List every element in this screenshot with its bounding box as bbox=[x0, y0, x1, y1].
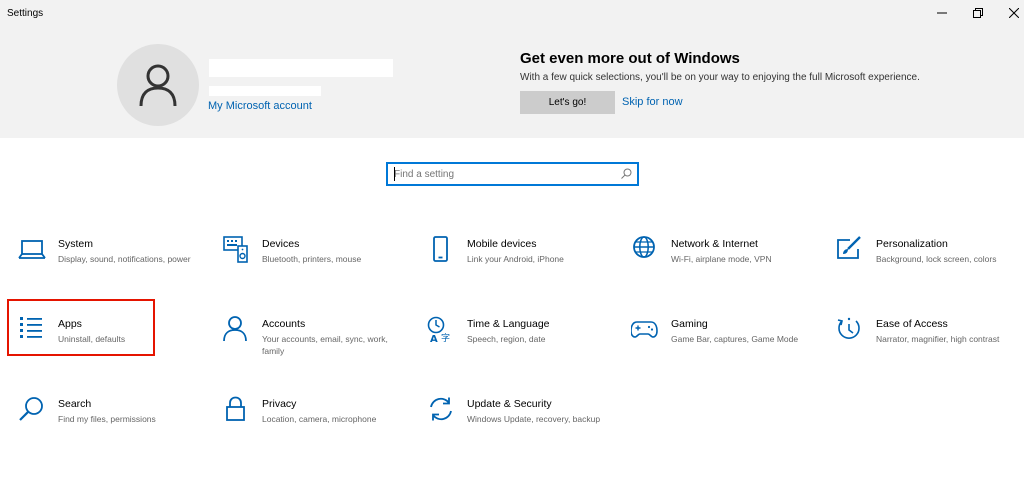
tile-description: Location, camera, microphone bbox=[262, 414, 377, 424]
tile-network-internet[interactable]: Network & Internet Wi-Fi, airplane mode,… bbox=[631, 236, 821, 306]
tile-devices[interactable]: Devices Bluetooth, printers, mouse bbox=[222, 236, 412, 306]
minimize-button[interactable] bbox=[924, 0, 960, 26]
tile-description: Speech, region, date bbox=[467, 334, 546, 344]
apps-highlight-box bbox=[7, 299, 155, 356]
tile-description: Wi-Fi, airplane mode, VPN bbox=[671, 254, 772, 264]
avatar[interactable] bbox=[117, 44, 199, 126]
title-bar: Settings bbox=[0, 0, 1024, 28]
account-email-redacted bbox=[209, 86, 321, 96]
tile-title: Accounts bbox=[262, 318, 306, 330]
svg-text:A: A bbox=[430, 334, 438, 344]
tile-description: Windows Update, recovery, backup bbox=[467, 414, 601, 424]
account-name-redacted bbox=[209, 59, 393, 77]
search-box[interactable] bbox=[386, 162, 639, 186]
paintbrush-icon bbox=[837, 236, 861, 259]
tile-title: Privacy bbox=[262, 398, 297, 410]
tile-description: Bluetooth, printers, mouse bbox=[262, 254, 362, 264]
tile-time-language[interactable]: A 字 Time & Language Speech, region, date bbox=[427, 316, 617, 386]
tile-title: Personalization bbox=[876, 238, 948, 250]
laptop-icon bbox=[18, 240, 46, 259]
user-icon bbox=[139, 64, 177, 107]
restore-icon bbox=[973, 8, 983, 18]
tile-title: System bbox=[58, 238, 94, 250]
tile-description: Narrator, magnifier, high contrast bbox=[876, 334, 1000, 344]
tile-description: Your accounts, email, sync, work, family bbox=[262, 334, 388, 356]
header-banner: My Microsoft account Get even more out o… bbox=[0, 28, 1024, 138]
window-title: Settings bbox=[7, 8, 44, 19]
sync-arrows-icon bbox=[430, 397, 452, 421]
phone-icon bbox=[433, 236, 448, 262]
tile-accounts[interactable]: Accounts Your accounts, email, sync, wor… bbox=[222, 316, 412, 386]
close-icon bbox=[1009, 8, 1019, 18]
ease-of-access-icon bbox=[837, 317, 860, 339]
gamepad-icon bbox=[631, 321, 658, 338]
promo-title: Get even more out of Windows bbox=[520, 50, 740, 67]
tile-title: Time & Language bbox=[467, 318, 550, 330]
tile-personalization[interactable]: Personalization Background, lock screen,… bbox=[836, 236, 1024, 306]
promo-subtitle: With a few quick selections, you'll be o… bbox=[520, 72, 920, 83]
tile-title: Search bbox=[58, 398, 92, 410]
tile-title: Devices bbox=[262, 238, 300, 250]
tile-description: Link your Android, iPhone bbox=[467, 254, 564, 264]
tile-gaming[interactable]: Gaming Game Bar, captures, Game Mode bbox=[631, 316, 821, 386]
tile-title: Update & Security bbox=[467, 398, 552, 410]
tile-title: Ease of Access bbox=[876, 318, 948, 330]
text-caret bbox=[394, 167, 395, 181]
tile-privacy[interactable]: Privacy Location, camera, microphone bbox=[222, 396, 412, 466]
my-microsoft-account-link[interactable]: My Microsoft account bbox=[208, 100, 312, 112]
search-icon bbox=[19, 397, 43, 421]
person-icon bbox=[223, 316, 247, 342]
restore-button[interactable] bbox=[960, 0, 996, 26]
tile-title: Gaming bbox=[671, 318, 708, 330]
tile-description: Find my files, permissions bbox=[58, 414, 156, 424]
tile-search[interactable]: Search Find my files, permissions bbox=[18, 396, 208, 466]
lock-icon bbox=[226, 396, 245, 421]
tile-description: Display, sound, notifications, power bbox=[58, 254, 191, 264]
close-button[interactable] bbox=[996, 0, 1024, 26]
tile-ease-of-access[interactable]: Ease of Access Narrator, magnifier, high… bbox=[836, 316, 1024, 386]
tile-description: Game Bar, captures, Game Mode bbox=[671, 334, 799, 344]
search-input[interactable] bbox=[394, 166, 614, 182]
time-language-icon: A 字 bbox=[427, 316, 450, 344]
minimize-icon bbox=[937, 12, 947, 14]
tile-description: Background, lock screen, colors bbox=[876, 254, 997, 264]
tile-system[interactable]: System Display, sound, notifications, po… bbox=[18, 236, 208, 306]
keyboard-speaker-icon bbox=[223, 236, 248, 263]
svg-text:字: 字 bbox=[441, 332, 450, 344]
globe-icon bbox=[633, 236, 655, 258]
tile-update-security[interactable]: Update & Security Windows Update, recove… bbox=[427, 396, 617, 466]
tile-mobile-devices[interactable]: Mobile devices Link your Android, iPhone bbox=[427, 236, 617, 306]
search-icon bbox=[621, 168, 632, 179]
lets-go-button[interactable]: Let's go! bbox=[520, 91, 615, 114]
tile-title: Network & Internet bbox=[671, 238, 758, 250]
tile-title: Mobile devices bbox=[467, 238, 537, 250]
skip-for-now-link[interactable]: Skip for now bbox=[622, 96, 683, 108]
